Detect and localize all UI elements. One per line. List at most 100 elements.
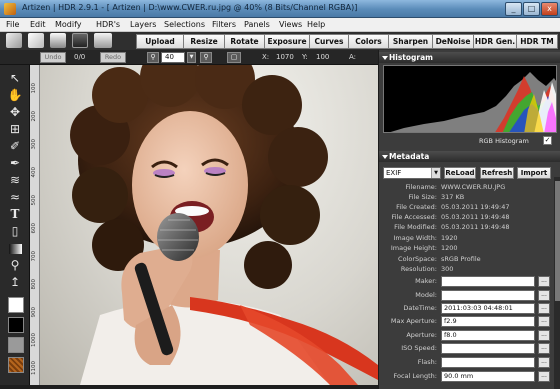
brush-icon[interactable]: ✐ — [7, 139, 23, 154]
meta-row: Image Width: 1920 — [379, 233, 553, 243]
foreground-color-swatch[interactable] — [8, 297, 24, 313]
rotate-button[interactable]: Rotate — [224, 34, 265, 49]
status-bar — [0, 385, 378, 389]
colors-button[interactable]: Colors — [348, 34, 389, 49]
menu-filters[interactable]: Filters — [212, 20, 236, 29]
gray-swatch[interactable] — [8, 337, 24, 353]
focal-length-field[interactable]: 90.0 mm — [441, 371, 535, 382]
stamp-icon[interactable]: ▯ — [7, 224, 23, 239]
focal-length-browse-button[interactable]: ... — [538, 371, 550, 382]
menu-selections[interactable]: Selections — [164, 20, 205, 29]
curves-button[interactable]: Curves — [309, 34, 349, 49]
arrow-icon[interactable]: ↖ — [7, 71, 23, 86]
menu-file[interactable]: File — [6, 20, 19, 29]
iso-speed-field[interactable] — [441, 343, 535, 354]
menu-panels[interactable]: Panels — [244, 20, 270, 29]
x-label: X: — [262, 53, 270, 61]
maker-field[interactable] — [441, 276, 535, 287]
metadata-header[interactable]: Metadata — [379, 151, 560, 162]
metadata-scrollbar[interactable] — [554, 177, 560, 389]
menu-bar: File Edit Modify HDR's Layers Selections… — [0, 18, 560, 32]
aperture-field[interactable]: f8.0 — [441, 330, 535, 341]
datetime-browse-button[interactable]: ... — [538, 303, 550, 314]
pen-icon[interactable]: ✒ — [7, 156, 23, 171]
menu-help[interactable]: Help — [307, 20, 325, 29]
crop-icon[interactable]: ⊞ — [7, 122, 23, 137]
flash-field[interactable] — [441, 357, 535, 368]
sharpen-button[interactable]: Sharpen — [388, 34, 433, 49]
model-field[interactable] — [441, 290, 535, 301]
meta-label: Max Aperture: — [390, 317, 437, 325]
image-canvas[interactable] — [40, 65, 378, 385]
chevron-down-icon: ▼ — [431, 168, 440, 178]
meta-label: ISO Speed: — [401, 344, 437, 352]
upload-button[interactable]: Upload — [136, 34, 184, 49]
histogram-header[interactable]: Histogram — [379, 52, 560, 63]
max-aperture-browse-button[interactable]: ... — [538, 316, 550, 327]
resize-button[interactable]: Resize — [183, 34, 225, 49]
ruler-tick: 700 — [31, 251, 37, 262]
zoom-in-icon[interactable]: ⚲ — [200, 52, 212, 63]
meta-label: Filename: — [405, 183, 437, 191]
fit-screen-icon[interactable]: ▢ — [227, 52, 241, 63]
datetime-field[interactable]: 2011:03:03 04:48:01 — [441, 303, 535, 314]
exposure-button[interactable]: Exposure — [264, 34, 310, 49]
flash-browse-button[interactable]: ... — [538, 357, 550, 368]
menu-layers[interactable]: Layers — [130, 20, 156, 29]
a-label: A: — [349, 53, 357, 61]
meta-field-row: DateTime: 2011:03:03 04:48:01... — [379, 303, 553, 314]
wave-icon[interactable]: ≈ — [7, 190, 23, 205]
pattern-swatch[interactable] — [8, 357, 24, 373]
move-icon[interactable]: ✥ — [7, 105, 23, 120]
model-browse-button[interactable]: ... — [538, 290, 550, 301]
menu-edit[interactable]: Edit — [30, 20, 46, 29]
max-aperture-field[interactable]: f2.9 — [441, 316, 535, 327]
hand-icon[interactable]: ✋ — [7, 88, 23, 103]
meta-value: 05.03.2011 19:49:48 — [441, 213, 510, 221]
maker-browse-button[interactable]: ... — [538, 276, 550, 287]
reload-button[interactable]: ReLoad — [444, 167, 476, 179]
refresh-button[interactable]: Refresh — [480, 167, 514, 179]
eyedropper-icon[interactable]: ↥ — [7, 275, 23, 290]
close-button[interactable]: x — [541, 2, 558, 16]
minimize-button[interactable]: _ — [505, 2, 522, 16]
smudge-icon[interactable]: ≋ — [7, 173, 23, 188]
histogram-checkbox[interactable]: ✓ — [543, 136, 552, 145]
y-label: Y: — [302, 53, 308, 61]
import-button[interactable]: Import — [517, 167, 551, 179]
meta-value: sRGB Profile — [441, 255, 481, 263]
zoom-input[interactable]: 40 — [161, 52, 185, 63]
title-bar: Artizen | HDR 2.9.1 - [ Artizen | D:\www… — [0, 0, 560, 18]
maximize-button[interactable]: □ — [523, 2, 540, 16]
text-icon[interactable]: T — [7, 207, 23, 222]
magnifier-icon[interactable]: ⚲ — [7, 258, 23, 273]
hdr-gen-button[interactable]: HDR Gen. — [473, 34, 517, 49]
open-icon[interactable] — [50, 33, 66, 48]
denoise-button[interactable]: DeNoise — [432, 34, 474, 49]
meta-field-row: Aperture: f8.0... — [379, 330, 553, 341]
aperture-browse-button[interactable]: ... — [538, 330, 550, 341]
pencil-icon[interactable] — [6, 33, 22, 48]
meta-row: File Created: 05.03.2011 19:49:47 — [379, 202, 553, 212]
menu-hdrs[interactable]: HDR's — [96, 20, 120, 29]
hdr-tm-button[interactable]: HDR TM — [516, 34, 558, 49]
menu-views[interactable]: Views — [279, 20, 302, 29]
menu-modify[interactable]: Modify — [55, 20, 82, 29]
ruler-tick: 1000 — [31, 333, 37, 347]
meta-label: DateTime: — [403, 304, 437, 312]
scrollbar-thumb[interactable] — [555, 181, 560, 301]
background-color-swatch[interactable] — [8, 317, 24, 333]
eraser-icon[interactable] — [28, 33, 44, 48]
zoom-dropdown-icon[interactable]: ▼ — [187, 52, 196, 63]
meta-value: 05.03.2011 19:49:48 — [441, 223, 510, 231]
iso-speed-browse-button[interactable]: ... — [538, 343, 550, 354]
print-icon[interactable] — [94, 33, 112, 48]
redo-button[interactable]: Redo — [100, 52, 126, 63]
save-icon[interactable] — [72, 33, 88, 48]
gradient-icon[interactable] — [9, 244, 22, 254]
window-title: Artizen | HDR 2.9.1 - [ Artizen | D:\www… — [22, 3, 358, 12]
meta-label: File Size: — [408, 193, 437, 201]
undo-button[interactable]: Undo — [40, 52, 66, 63]
metadata-type-select[interactable]: EXIF ▼ — [383, 167, 441, 179]
zoom-out-icon[interactable]: ⚲ — [147, 52, 159, 63]
